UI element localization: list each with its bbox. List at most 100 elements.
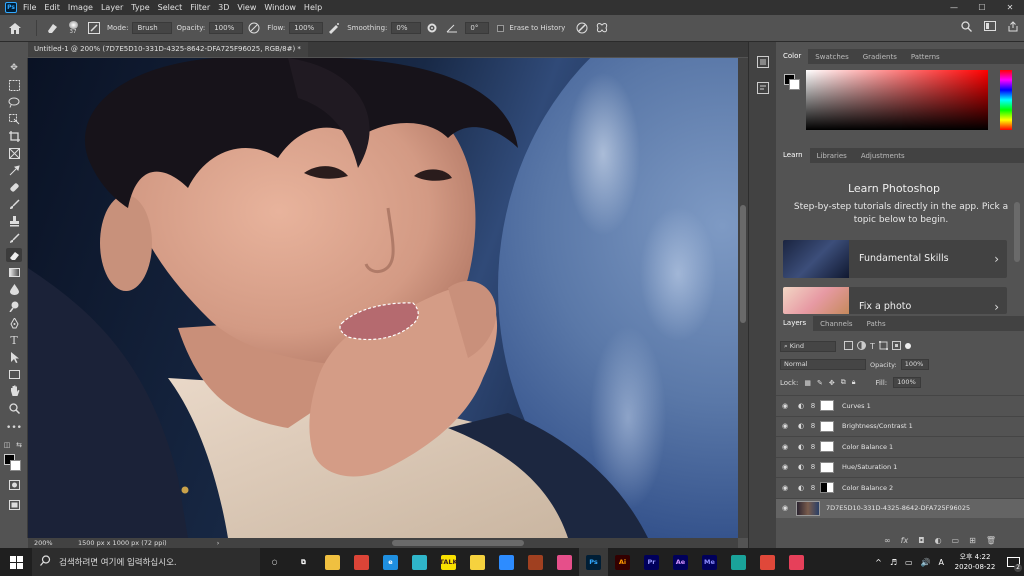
- quick-mask-icon[interactable]: [6, 478, 22, 492]
- media-encoder-icon[interactable]: Me: [695, 548, 724, 576]
- cortana-icon[interactable]: ○: [260, 548, 289, 576]
- zoom-icon[interactable]: [492, 548, 521, 576]
- blend-mode-dropdown[interactable]: Normal: [780, 359, 866, 370]
- tab-libraries[interactable]: Libraries: [810, 152, 854, 160]
- swap-colors-icon[interactable]: ⇆: [14, 438, 24, 452]
- bird-app-icon[interactable]: [405, 548, 434, 576]
- properties-panel-icon[interactable]: [757, 82, 769, 96]
- pressure-opacity-icon[interactable]: [247, 21, 261, 35]
- photoshop-logo[interactable]: Ps: [5, 2, 17, 13]
- brush-settings-icon[interactable]: [87, 21, 101, 35]
- filter-smart-object-icon[interactable]: [891, 340, 901, 352]
- file-explorer-icon[interactable]: [318, 548, 347, 576]
- blur-tool-icon[interactable]: [6, 282, 22, 296]
- document-tab[interactable]: Untitled-1 @ 200% (7D7E5D10-331D-4325-86…: [28, 42, 308, 68]
- pink-app-icon[interactable]: [782, 548, 811, 576]
- trash-icon[interactable]: 🗑︎: [986, 536, 996, 545]
- layer-row-photo[interactable]: ◉ 7D7E5D10-331D-4325-8642-DFA725F96025: [776, 497, 1024, 518]
- eyedropper-tool-icon[interactable]: [6, 163, 22, 177]
- kakaotalk-icon[interactable]: TALK: [434, 548, 463, 576]
- pen-tool-icon[interactable]: [6, 316, 22, 330]
- visibility-eye-icon[interactable]: ◉: [776, 402, 794, 410]
- menu-select[interactable]: Select: [158, 3, 183, 12]
- marquee-tool-icon[interactable]: [6, 78, 22, 92]
- eraser-tool-preset-icon[interactable]: [45, 21, 59, 35]
- menu-3d[interactable]: 3D: [218, 3, 229, 12]
- dodge-tool-icon[interactable]: [6, 299, 22, 313]
- minimize-button[interactable]: —: [940, 0, 968, 15]
- photoshop-icon[interactable]: Ps: [579, 548, 608, 576]
- lock-artboard-icon[interactable]: ⧉: [841, 378, 846, 387]
- rectangle-tool-icon[interactable]: [6, 367, 22, 381]
- canvas-horizontal-scroll-thumb[interactable]: [392, 540, 524, 546]
- task-view-icon[interactable]: ⧉: [289, 548, 318, 576]
- more-tools-icon[interactable]: •••: [6, 421, 22, 435]
- smoothing-field[interactable]: 0%: [391, 22, 422, 34]
- taskbar-clock[interactable]: 오후 4:22 2020-08-22: [948, 552, 1002, 572]
- layer-mask-thumbnail[interactable]: [820, 482, 834, 494]
- layer-mask-thumbnail[interactable]: [820, 461, 834, 473]
- link-icon[interactable]: ∞: [884, 536, 891, 545]
- hand-tool-icon[interactable]: [6, 384, 22, 398]
- gradient-tool-icon[interactable]: [6, 265, 22, 279]
- layer-row-hue-saturation-1[interactable]: ◉ ◐ 8 Hue/Saturation 1: [776, 456, 1024, 478]
- menu-view[interactable]: View: [237, 3, 256, 12]
- lock-image-icon[interactable]: ✎: [817, 379, 823, 387]
- default-colors-icon[interactable]: ◫: [2, 438, 12, 452]
- tab-adjustments[interactable]: Adjustments: [854, 152, 912, 160]
- angle-field[interactable]: 0°: [465, 22, 490, 34]
- workspace-icon[interactable]: [984, 21, 996, 35]
- filter-adjustment-icon[interactable]: [857, 340, 866, 352]
- learn-panel-scrollbar[interactable]: [1014, 202, 1020, 262]
- taskbar-search-box[interactable]: 검색하려면 여기에 입력하십시오.: [32, 548, 260, 576]
- symmetry-butterfly-icon[interactable]: [595, 21, 609, 35]
- pressure-size-icon[interactable]: [575, 21, 589, 35]
- crop-tool-icon[interactable]: [6, 129, 22, 143]
- layer-row-color-balance-2[interactable]: ◉ ◐ 8 Color Balance 2: [776, 477, 1024, 498]
- fill-field[interactable]: 100%: [893, 377, 922, 388]
- maximize-button[interactable]: ☐: [968, 0, 996, 15]
- sticky-notes-icon[interactable]: [463, 548, 492, 576]
- filter-pixel-icon[interactable]: [844, 340, 853, 352]
- filter-shape-icon[interactable]: [878, 340, 888, 352]
- layer-row-color-balance-1[interactable]: ◉ ◐ 8 Color Balance 1: [776, 436, 1024, 457]
- search-icon[interactable]: [961, 21, 972, 35]
- layer-thumbnail[interactable]: [796, 500, 820, 516]
- zoom-level[interactable]: 200%: [28, 539, 70, 547]
- tray-chevron-icon[interactable]: ^: [875, 558, 882, 567]
- lock-position-icon[interactable]: ✥: [829, 379, 835, 387]
- learn-card-fix-a-photo[interactable]: Fix a photo ›: [783, 287, 1007, 314]
- fx-icon[interactable]: fx: [901, 536, 909, 545]
- tab-channels[interactable]: Channels: [813, 320, 859, 328]
- edge-icon[interactable]: e: [376, 548, 405, 576]
- history-panel-icon[interactable]: [757, 56, 769, 70]
- adjustment-icon[interactable]: ◐: [935, 536, 942, 545]
- tab-patterns[interactable]: Patterns: [904, 53, 947, 61]
- hue-slider[interactable]: [1000, 70, 1012, 130]
- menu-layer[interactable]: Layer: [101, 3, 123, 12]
- menu-edit[interactable]: Edit: [44, 3, 60, 12]
- clone-stamp-tool-icon[interactable]: [6, 214, 22, 228]
- history-brush-tool-icon[interactable]: [6, 231, 22, 245]
- visibility-eye-icon[interactable]: ◉: [776, 463, 794, 471]
- healing-brush-tool-icon[interactable]: [6, 180, 22, 194]
- lock-transparent-icon[interactable]: ▦: [804, 379, 811, 387]
- layer-kind-filter[interactable]: ⌕ Kind: [780, 340, 836, 352]
- menu-file[interactable]: File: [23, 3, 36, 12]
- path-selection-tool-icon[interactable]: [6, 350, 22, 364]
- after-effects-icon[interactable]: Ae: [666, 548, 695, 576]
- layer-mask-thumbnail[interactable]: [820, 400, 834, 412]
- tab-layers[interactable]: Layers: [776, 316, 814, 331]
- browser-app-icon[interactable]: [550, 548, 579, 576]
- volume-icon[interactable]: 🔊: [921, 558, 931, 567]
- close-button[interactable]: ✕: [996, 0, 1024, 15]
- visibility-eye-icon[interactable]: ◉: [776, 422, 794, 430]
- eraser-tool-icon[interactable]: [6, 248, 22, 262]
- type-tool-icon[interactable]: T: [6, 333, 22, 347]
- color-panel-background-swatch[interactable]: [789, 79, 800, 90]
- chain-link-icon[interactable]: 8: [808, 443, 818, 451]
- brush-tool-icon[interactable]: [6, 197, 22, 211]
- tab-paths[interactable]: Paths: [860, 320, 893, 328]
- notifications-button[interactable]: 2: [1002, 548, 1024, 576]
- visibility-eye-icon[interactable]: ◉: [776, 504, 794, 512]
